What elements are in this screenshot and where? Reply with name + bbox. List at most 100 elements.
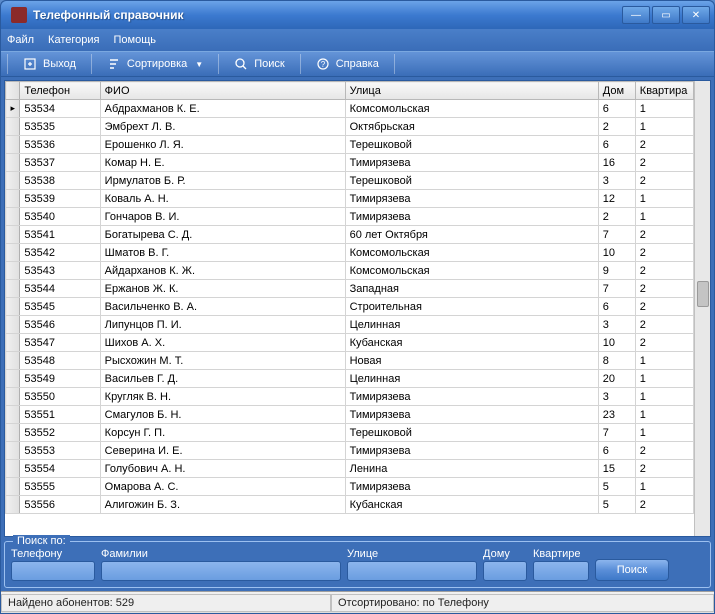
table-row[interactable]: 53544Ержанов Ж. К.Западная72: [6, 280, 694, 298]
cell-apt[interactable]: 1: [635, 208, 693, 226]
titlebar[interactable]: Телефонный справочник — ▭ ✕: [1, 1, 714, 29]
cell-fio[interactable]: Ирмулатов Б. Р.: [100, 172, 345, 190]
cell-fio[interactable]: Смагулов Б. Н.: [100, 406, 345, 424]
table-row[interactable]: 53551Смагулов Б. Н.Тимирязева231: [6, 406, 694, 424]
cell-phone[interactable]: 53555: [20, 478, 100, 496]
cell-fio[interactable]: Ержанов Ж. К.: [100, 280, 345, 298]
cell-phone[interactable]: 53535: [20, 118, 100, 136]
cell-phone[interactable]: 53556: [20, 496, 100, 514]
cell-phone[interactable]: 53546: [20, 316, 100, 334]
col-apt-header[interactable]: Квартира: [635, 82, 693, 100]
cell-fio[interactable]: Кругляк В. Н.: [100, 388, 345, 406]
menu-help[interactable]: Помощь: [113, 34, 156, 46]
cell-street[interactable]: 60 лет Октября: [345, 226, 598, 244]
cell-phone[interactable]: 53543: [20, 262, 100, 280]
cell-apt[interactable]: 1: [635, 190, 693, 208]
table-row[interactable]: 53549Васильев Г. Д.Целинная201: [6, 370, 694, 388]
cell-phone[interactable]: 53539: [20, 190, 100, 208]
col-street-header[interactable]: Улица: [345, 82, 598, 100]
cell-house[interactable]: 2: [598, 208, 635, 226]
cell-apt[interactable]: 2: [635, 442, 693, 460]
cell-house[interactable]: 6: [598, 298, 635, 316]
table-row[interactable]: 53542Шматов В. Г.Комсомольская102: [6, 244, 694, 262]
col-fio-header[interactable]: ФИО: [100, 82, 345, 100]
cell-fio[interactable]: Омарова А. С.: [100, 478, 345, 496]
menu-file[interactable]: Файл: [7, 34, 34, 46]
cell-apt[interactable]: 1: [635, 424, 693, 442]
cell-street[interactable]: Строительная: [345, 298, 598, 316]
cell-house[interactable]: 6: [598, 442, 635, 460]
cell-apt[interactable]: 2: [635, 334, 693, 352]
cell-street[interactable]: Тимирязева: [345, 388, 598, 406]
cell-house[interactable]: 5: [598, 478, 635, 496]
outer-scrollbar[interactable]: [694, 81, 710, 536]
exit-button[interactable]: Выход: [14, 53, 85, 75]
cell-house[interactable]: 3: [598, 388, 635, 406]
cell-house[interactable]: 6: [598, 100, 635, 118]
cell-apt[interactable]: 1: [635, 370, 693, 388]
cell-phone[interactable]: 53544: [20, 280, 100, 298]
close-button[interactable]: ✕: [682, 6, 710, 24]
cell-fio[interactable]: Комар Н. Е.: [100, 154, 345, 172]
cell-apt[interactable]: 2: [635, 172, 693, 190]
cell-fio[interactable]: Корсун Г. П.: [100, 424, 345, 442]
cell-fio[interactable]: Коваль А. Н.: [100, 190, 345, 208]
cell-house[interactable]: 2: [598, 118, 635, 136]
table-row[interactable]: 53537Комар Н. Е.Тимирязева162: [6, 154, 694, 172]
table-row[interactable]: ▸53534Абдрахманов К. Е.Комсомольская61: [6, 100, 694, 118]
search-button[interactable]: Поиск: [225, 53, 293, 75]
cell-phone[interactable]: 53542: [20, 244, 100, 262]
cell-phone[interactable]: 53553: [20, 442, 100, 460]
cell-apt[interactable]: 2: [635, 154, 693, 172]
cell-house[interactable]: 12: [598, 190, 635, 208]
cell-fio[interactable]: Васильченко В. А.: [100, 298, 345, 316]
cell-house[interactable]: 8: [598, 352, 635, 370]
cell-apt[interactable]: 1: [635, 118, 693, 136]
table-row[interactable]: 53541Богатырева С. Д.60 лет Октября72: [6, 226, 694, 244]
cell-fio[interactable]: Васильев Г. Д.: [100, 370, 345, 388]
cell-house[interactable]: 3: [598, 172, 635, 190]
table-row[interactable]: 53556Алигожин Б. З.Кубанская52: [6, 496, 694, 514]
cell-street[interactable]: Тимирязева: [345, 208, 598, 226]
cell-street[interactable]: Кубанская: [345, 334, 598, 352]
cell-house[interactable]: 9: [598, 262, 635, 280]
cell-fio[interactable]: Северина И. Е.: [100, 442, 345, 460]
cell-street[interactable]: Кубанская: [345, 496, 598, 514]
cell-street[interactable]: Терешковой: [345, 136, 598, 154]
cell-street[interactable]: Терешковой: [345, 172, 598, 190]
cell-apt[interactable]: 1: [635, 388, 693, 406]
cell-fio[interactable]: Эмбрехт Л. В.: [100, 118, 345, 136]
cell-fio[interactable]: Шихов А. Х.: [100, 334, 345, 352]
cell-house[interactable]: 5: [598, 496, 635, 514]
menu-category[interactable]: Категория: [48, 34, 99, 46]
cell-house[interactable]: 3: [598, 316, 635, 334]
cell-fio[interactable]: Алигожин Б. З.: [100, 496, 345, 514]
table-row[interactable]: 53554Голубович А. Н.Ленина152: [6, 460, 694, 478]
table-row[interactable]: 53553Северина И. Е.Тимирязева62: [6, 442, 694, 460]
cell-phone[interactable]: 53537: [20, 154, 100, 172]
cell-house[interactable]: 20: [598, 370, 635, 388]
cell-apt[interactable]: 2: [635, 280, 693, 298]
cell-street[interactable]: Комсомольская: [345, 262, 598, 280]
table-row[interactable]: 53540Гончаров В. И.Тимирязева21: [6, 208, 694, 226]
col-phone-header[interactable]: Телефон: [20, 82, 100, 100]
search-house-input[interactable]: [483, 561, 527, 581]
do-search-button[interactable]: Поиск: [595, 559, 669, 581]
search-phone-input[interactable]: [11, 561, 95, 581]
col-house-header[interactable]: Дом: [598, 82, 635, 100]
table-row[interactable]: 53535Эмбрехт Л. В.Октябрьская21: [6, 118, 694, 136]
cell-fio[interactable]: Айдарханов К. Ж.: [100, 262, 345, 280]
cell-house[interactable]: 23: [598, 406, 635, 424]
cell-fio[interactable]: Голубович А. Н.: [100, 460, 345, 478]
cell-apt[interactable]: 2: [635, 244, 693, 262]
cell-street[interactable]: Комсомольская: [345, 244, 598, 262]
cell-apt[interactable]: 2: [635, 136, 693, 154]
about-button[interactable]: ? Справка: [307, 53, 388, 75]
cell-street[interactable]: Новая: [345, 352, 598, 370]
cell-house[interactable]: 7: [598, 280, 635, 298]
search-street-input[interactable]: [347, 561, 477, 581]
sort-button[interactable]: Сортировка ▼: [98, 53, 212, 75]
cell-fio[interactable]: Липунцов П. И.: [100, 316, 345, 334]
table-row[interactable]: 53543Айдарханов К. Ж.Комсомольская92: [6, 262, 694, 280]
cell-street[interactable]: Ленина: [345, 460, 598, 478]
